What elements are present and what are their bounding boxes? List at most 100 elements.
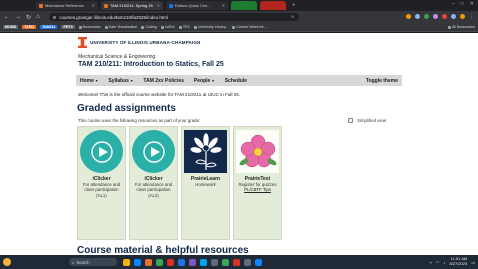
university-header[interactable]: UNIVERSITY OF ILLINOIS URBANA-CHAMPAIGN [78,37,200,48]
url-text: courses.grainger.illinois.edu/tam210/fa2… [59,14,168,20]
spotify-icon[interactable] [222,258,229,266]
all-bookmarks[interactable]: All Bookmarks [448,25,475,29]
extension-icon[interactable] [451,14,456,19]
extension-icon[interactable] [415,14,420,19]
taskbar: ⌕ Search ˄ ◠ ♪ 11:51 AM 8/27/2025 ▭ [0,255,478,269]
course-material-heading: Course material & helpful resources [77,245,249,255]
browser-tab-grouped[interactable] [260,1,286,10]
system-tray: ˄ ◠ ♪ 11:51 AM 8/27/2025 ▭ [430,257,475,266]
bookmark-chip[interactable]: TARO [22,25,37,29]
bookmark-chip[interactable]: MOMS [3,25,19,29]
bookmark-folder[interactable]: LaTeX [160,25,175,29]
chevron-down-icon: ▼ [94,78,99,83]
extension-icon[interactable] [424,14,429,19]
bookmark-folder[interactable]: Date Visualization [104,25,137,29]
address-bar[interactable]: ⚙ courses.grainger.illinois.edu/tam210/f… [48,13,299,21]
iclicker-icon [132,130,175,173]
bookmark-chip[interactable]: PRT3 [61,25,75,29]
clock-date: 8/27/2025 [449,261,468,266]
extension-icon[interactable] [442,14,447,19]
tab-favicon-icon [104,3,108,8]
site-navbar: Home▼ Syllabus▼ TAM 2xx Policies People▼… [76,75,402,86]
extension-icon[interactable] [433,14,438,19]
zoom-icon[interactable] [255,258,262,266]
bookmark-folder[interactable]: Bookmarks [78,25,101,29]
app-icon[interactable] [167,258,174,266]
folder-icon [78,25,82,29]
browser-tab[interactable]: Editors Quick Cen... ✕ [166,1,228,10]
checkbox[interactable] [348,118,353,123]
bookmark-folder[interactable]: Coding [141,25,157,29]
card-description: For attendance and class participation (… [134,182,173,198]
bookmark-chip[interactable]: TAM211 [40,25,58,29]
folder-icon [232,25,236,29]
app-icon[interactable] [211,258,218,266]
site-info-icon[interactable]: ⚙ [53,15,57,20]
chevron-down-icon: ▼ [129,78,134,83]
edge-icon[interactable] [134,258,141,266]
bookmark-link[interactable]: Current Week for... [232,25,267,29]
new-tab-icon[interactable]: + [292,3,296,9]
app-icon[interactable] [233,258,240,266]
nav-label: Home [80,77,94,84]
department-name: Mechanical Science & Engineering [78,54,156,60]
graded-assignments-heading: Graded assignments [77,103,176,114]
nav-item-home[interactable]: Home▼ [80,78,98,84]
file-explorer-icon[interactable] [123,258,130,266]
word-icon[interactable] [178,258,185,266]
wifi-icon[interactable]: ◠ [436,260,440,265]
card-description: For attendance and class participation (… [82,182,121,198]
nav-label: TAM 2xx Policies [143,77,184,84]
browser-tab-active[interactable]: TAM 210/211: Spring 25 ✕ [101,1,163,10]
clock[interactable]: 11:51 AM 8/27/2025 [449,257,467,266]
minimize-icon[interactable]: – [452,1,455,7]
close-icon[interactable]: ✕ [157,3,160,8]
browser-tab[interactable]: Mechanics Reference ✕ [36,1,98,10]
card-prairielearn[interactable]: PrairieLearn Homework [181,126,230,240]
card-iclicker-al2[interactable]: iClicker For attendance and class partic… [129,126,178,240]
browser-tab-grouped[interactable] [231,1,257,10]
card-prairietest[interactable]: PrairieTest Register for quizzes PL/CBTF … [233,126,282,240]
bookmark-star-icon[interactable]: ☆ [291,14,295,20]
simplified-view-label: Simplified view: [357,118,388,123]
profile-avatar[interactable] [460,14,465,19]
forward-icon[interactable]: → [15,14,21,20]
volume-icon[interactable]: ♪ [443,260,445,265]
simplified-view-toggle[interactable]: Simplified view: [348,118,387,123]
tab-title: Editors Quick Cen... [175,3,211,8]
menu-kebab-icon[interactable]: ⋮ [469,14,474,20]
graded-resources-cards: iClicker For attendance and class partic… [77,126,282,240]
taskbar-apps [123,258,262,266]
home-icon[interactable]: ⌂ [36,14,40,20]
app-icon[interactable] [244,258,251,266]
extension-icon[interactable] [406,14,411,19]
chrome-icon[interactable] [156,258,163,266]
maximize-icon[interactable]: □ [461,1,464,7]
nav-label: Schedule [224,77,248,84]
close-window-icon[interactable]: ✕ [470,1,474,7]
nav-item-syllabus[interactable]: Syllabus▼ [108,78,133,84]
nav-item-schedule[interactable]: Schedule [225,78,247,84]
iclicker-icon [80,130,123,173]
close-icon[interactable]: ✕ [92,3,95,8]
bookmark-folder[interactable]: TEX [178,25,190,29]
notification-icon[interactable]: ▭ [471,260,475,265]
pl-cbtf-tips-link[interactable]: PL/CBTF Tips [244,187,271,192]
toggle-theme-button[interactable]: Toggle theme [366,78,398,84]
chevron-up-icon[interactable]: ˄ [430,260,432,265]
outlook-icon[interactable] [200,258,207,266]
weather-icon[interactable] [3,258,11,266]
card-iclicker-al1[interactable]: iClicker For attendance and class partic… [77,126,126,240]
taskbar-search[interactable]: ⌕ Search [69,258,117,266]
bookmark-link[interactable]: University Library... [193,25,228,29]
close-icon[interactable]: ✕ [222,3,225,8]
teams-icon[interactable] [189,258,196,266]
browser-toolbar: ← → ↻ ⌂ ⚙ courses.grainger.illinois.edu/… [0,11,478,23]
nav-item-policies[interactable]: TAM 2xx Policies [143,78,183,84]
card-description: Homework [195,182,216,187]
nav-item-people[interactable]: People▼ [194,78,215,84]
back-icon[interactable]: ← [4,14,10,20]
bookmark-label: All Bookmarks [452,25,475,29]
app-icon[interactable] [145,258,152,266]
reload-icon[interactable]: ↻ [26,14,31,21]
